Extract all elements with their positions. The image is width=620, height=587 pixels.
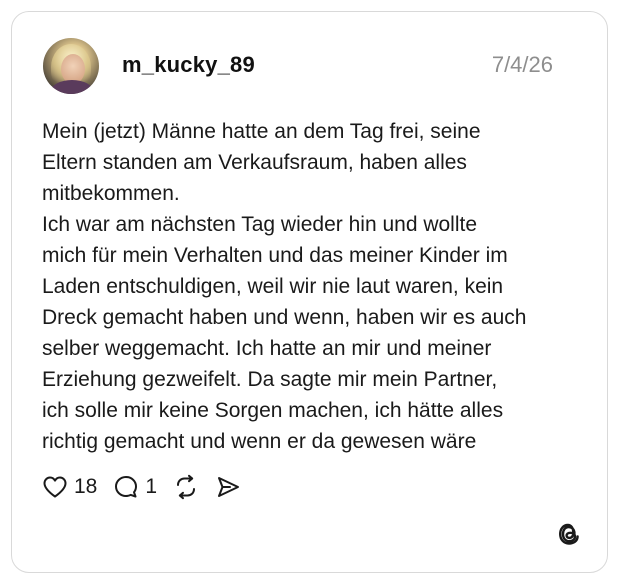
post-text-line: Laden entschuldigen, weil wir nie laut w… [42, 275, 504, 298]
reply-count: 1 [145, 475, 158, 498]
like-count: 18 [74, 475, 98, 498]
threads-logo-icon [558, 523, 579, 545]
comment-icon [115, 476, 138, 498]
post-text-line: richtig gemacht und wenn er da gewesen w… [42, 430, 477, 453]
heart-icon [43, 476, 67, 498]
send-icon [218, 477, 240, 497]
post-text-line: mitbekommen. [42, 182, 180, 205]
action-bar: 18 1 [42, 473, 257, 501]
username[interactable]: m_kucky_89 [122, 52, 255, 78]
like-button[interactable]: 18 [42, 475, 97, 499]
post-text-line: ich solle mir keine Sorgen machen, ich h… [42, 399, 504, 422]
repost-icon [177, 474, 196, 500]
avatar[interactable] [43, 38, 99, 94]
post-text-line: selber weggemacht. Ich hatte an mir und … [42, 337, 492, 360]
share-button[interactable] [215, 474, 241, 500]
post-text-line: Dreck gemacht haben und wenn, haben wir … [42, 306, 527, 329]
post-text-line: Mein (jetzt) Männe hatte an dem Tag frei… [42, 120, 481, 143]
reply-button[interactable]: 1 [113, 474, 157, 500]
post-text-line: Ich war am nächsten Tag wieder hin und w… [42, 213, 478, 236]
post-text-line: mich für mein Verhalten und das meiner K… [42, 244, 508, 267]
post-date: 7/4/26 [491, 52, 553, 77]
post-card: m_kucky_89 7/4/26 Mein (jetzt) Männe hat… [11, 11, 608, 573]
post-text-line: Erziehung gezweifelt. Da sagte mir mein … [42, 368, 498, 391]
post-text: Mein (jetzt) Männe hatte an dem Tag frei… [42, 116, 572, 457]
post-text-line: Eltern standen am Verkaufsraum, haben al… [42, 151, 467, 174]
repost-button[interactable] [173, 474, 199, 500]
